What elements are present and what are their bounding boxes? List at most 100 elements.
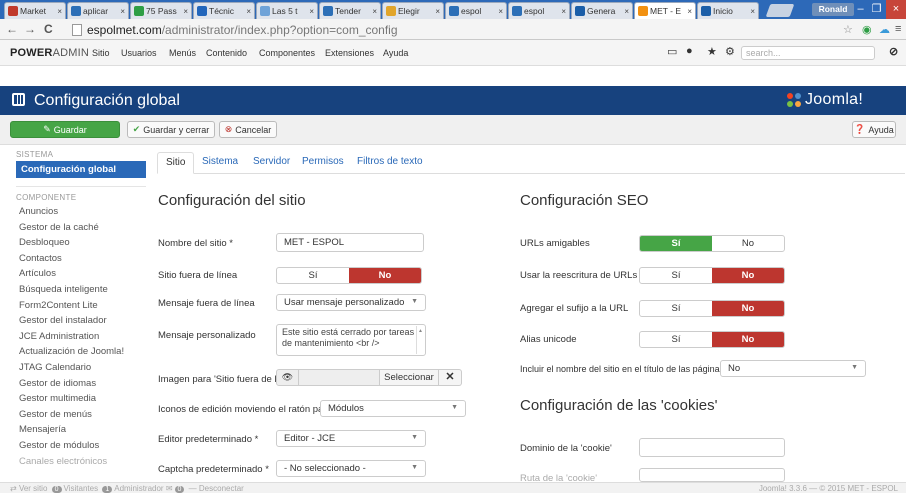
sidebar-item[interactable]: Gestor de módulos [16, 438, 146, 454]
tab-close-icon[interactable]: × [687, 7, 692, 16]
tab-close-icon[interactable]: × [120, 7, 125, 16]
sidebar-item[interactable]: Actualización de Joomla! [16, 344, 146, 360]
friendly-urls-no-option[interactable]: No [712, 236, 784, 251]
monitor-icon[interactable]: ▭ [667, 45, 677, 58]
sidebar-item[interactable]: Contactos [16, 251, 146, 267]
sidebar-item[interactable]: Anuncios [16, 204, 146, 220]
tab-close-icon[interactable]: × [246, 7, 251, 16]
sidebar-item[interactable]: JCE Administration [16, 329, 146, 345]
tab-close-icon[interactable]: × [309, 7, 314, 16]
browser-tab[interactable]: MET - E × [634, 2, 696, 19]
sidebar-item[interactable]: Gestor del instalador [16, 313, 146, 329]
site-name-input[interactable]: MET - ESPOL [276, 233, 424, 252]
save-close-button[interactable]: ✔ Guardar y cerrar [127, 121, 215, 138]
url-rewrite-toggle[interactable]: Sí No [639, 267, 785, 284]
offline-yes-option[interactable]: Sí [277, 268, 349, 283]
tab-close-icon[interactable]: × [372, 7, 377, 16]
sidebar-item[interactable]: Canales electrónicos [16, 454, 146, 470]
browser-tab[interactable]: espol × [445, 2, 507, 19]
gear-icon[interactable]: ⚙ [725, 45, 735, 58]
browser-tab[interactable]: aplicar × [67, 2, 129, 19]
browser-tab[interactable]: Técnic × [193, 2, 255, 19]
window-close-icon[interactable]: × [886, 0, 906, 19]
editor-select[interactable]: Editor - JCE ▼ [276, 430, 426, 447]
logout-link[interactable]: — Desconectar [189, 484, 244, 493]
edit-icons-select[interactable]: Módulos ▼ [320, 400, 466, 417]
tab-close-icon[interactable]: × [498, 7, 503, 16]
sitename-title-select[interactable]: No ▼ [720, 360, 866, 377]
joomla-icon[interactable]: ⊘ [889, 45, 898, 58]
maximize-icon[interactable]: ❐ [868, 0, 885, 19]
menu-extensiones[interactable]: Extensiones [325, 48, 374, 58]
sidebar-item[interactable]: Form2Content Lite [16, 298, 146, 314]
sidebar-item[interactable]: Artículos [16, 266, 146, 282]
url-suffix-toggle[interactable]: Sí No [639, 300, 785, 317]
textarea-scrollbar[interactable]: ▲▼ [416, 326, 424, 354]
url-rewrite-yes-option[interactable]: Sí [640, 268, 712, 283]
tab-filtros[interactable]: Filtros de texto [349, 152, 431, 174]
help-button[interactable]: ❓ Ayuda [852, 121, 896, 138]
friendly-urls-toggle[interactable]: Sí No [639, 235, 785, 252]
browser-tab[interactable]: 75 Pass × [130, 2, 192, 19]
menu-usuarios[interactable]: Usuarios [121, 48, 157, 58]
bookmark-star-icon[interactable]: ☆ [843, 23, 853, 36]
url-suffix-no-option[interactable]: No [712, 301, 784, 316]
sidebar-item[interactable]: Gestor de menús [16, 407, 146, 423]
back-icon[interactable]: ← [6, 22, 18, 36]
browser-tab[interactable]: espol × [508, 2, 570, 19]
sidebar-item[interactable]: Desbloqueo [16, 235, 146, 251]
unicode-alias-yes-option[interactable]: Sí [640, 332, 712, 347]
browser-tab[interactable]: Market × [4, 2, 66, 19]
cancel-button[interactable]: ⊗ Cancelar [219, 121, 277, 138]
tab-close-icon[interactable]: × [624, 7, 629, 16]
user-badge[interactable]: Ronald [812, 3, 854, 16]
forward-icon[interactable]: → [24, 22, 36, 36]
user-icon[interactable]: ● [686, 45, 693, 57]
reload-icon[interactable]: C [44, 22, 53, 36]
friendly-urls-yes-option[interactable]: Sí [640, 236, 712, 251]
tab-permisos[interactable]: Permisos [294, 152, 352, 174]
url-suffix-yes-option[interactable]: Sí [640, 301, 712, 316]
sidebar-item[interactable]: Gestor de idiomas [16, 376, 146, 392]
tab-servidor[interactable]: Servidor [245, 152, 298, 174]
menu-menus[interactable]: Menús [169, 48, 196, 58]
sidebar-item[interactable]: Búsqueda inteligente [16, 282, 146, 298]
menu-componentes[interactable]: Componentes [259, 48, 315, 58]
url-field[interactable]: espolmet.com /administrator/index.php?op… [72, 21, 812, 38]
custom-message-textarea[interactable]: Este sitio está cerrado por tareas de ma… [276, 324, 426, 356]
tab-close-icon[interactable]: × [57, 7, 62, 16]
cookie-domain-input[interactable] [639, 438, 785, 457]
tab-close-icon[interactable]: × [435, 7, 440, 16]
messages-icon[interactable]: ✉ [166, 484, 173, 493]
menu-ayuda[interactable]: Ayuda [383, 48, 408, 58]
sidebar-item[interactable]: Mensajería [16, 422, 146, 438]
offline-toggle[interactable]: Sí No [276, 267, 422, 284]
cloud-icon[interactable]: ☁ [879, 23, 890, 36]
sidebar-item[interactable]: JTAG Calendario [16, 360, 146, 376]
menu-icon[interactable]: ≡ [895, 23, 901, 35]
tab-sistema[interactable]: Sistema [194, 152, 246, 174]
clear-icon[interactable]: ✕ [439, 369, 462, 386]
browser-tab[interactable]: Elegir × [382, 2, 444, 19]
tab-close-icon[interactable]: × [183, 7, 188, 16]
menu-sitio[interactable]: Sitio [92, 48, 110, 58]
minimize-icon[interactable]: – [852, 0, 869, 19]
browser-tab[interactable]: Genera × [571, 2, 633, 19]
search-input[interactable]: search... [741, 46, 875, 60]
cookie-path-input[interactable] [639, 468, 785, 482]
browser-tab[interactable]: Las 5 t × [256, 2, 318, 19]
offline-no-option[interactable]: No [349, 268, 421, 283]
tab-close-icon[interactable]: × [561, 7, 566, 16]
browser-tab[interactable]: Tender × [319, 2, 381, 19]
extension-icon[interactable]: ◉ [862, 23, 872, 36]
tab-sitio[interactable]: Sitio [157, 152, 195, 174]
eye-icon[interactable]: 👁 [276, 369, 299, 386]
star-icon[interactable]: ★ [707, 45, 717, 58]
url-rewrite-no-option[interactable]: No [712, 268, 784, 283]
save-button[interactable]: ✎ Guardar [10, 121, 120, 138]
unicode-alias-no-option[interactable]: No [712, 332, 784, 347]
select-image-button[interactable]: Seleccionar [379, 369, 439, 386]
unicode-alias-toggle[interactable]: Sí No [639, 331, 785, 348]
tab-close-icon[interactable]: × [750, 7, 755, 16]
menu-contenido[interactable]: Contenido [206, 48, 247, 58]
